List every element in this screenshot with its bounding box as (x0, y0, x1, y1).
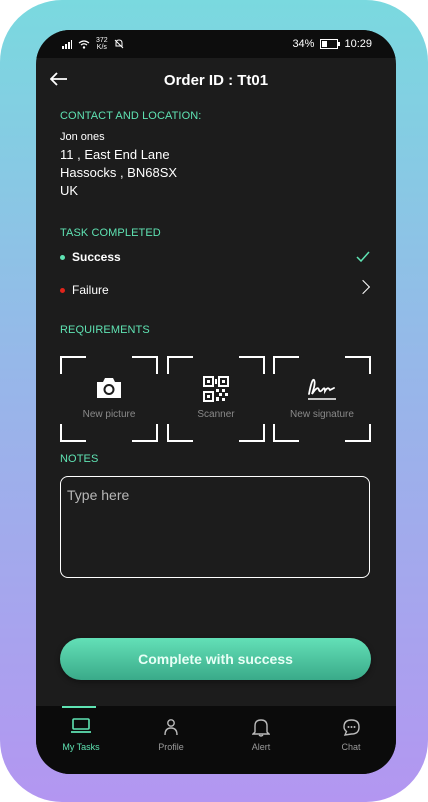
header: Order ID : Tt01 (36, 66, 396, 94)
requirement-label: New picture (82, 409, 136, 420)
page-title: Order ID : Tt01 (163, 72, 269, 89)
signal-icon (62, 39, 72, 49)
notes-section-label: NOTES (60, 453, 99, 465)
signature-icon (308, 378, 336, 400)
task-option-failure[interactable]: Failure (60, 279, 372, 302)
chat-bubble-icon (342, 719, 360, 736)
mute-bell-icon (114, 39, 124, 49)
tab-profile[interactable]: Profile (126, 706, 216, 774)
tab-label: Chat (341, 742, 361, 752)
check-icon (356, 251, 370, 263)
battery-percent: 34% (292, 38, 315, 50)
person-icon (164, 719, 178, 736)
camera-icon (97, 378, 121, 398)
complete-with-success-button[interactable]: Complete with success (60, 638, 371, 680)
phone-screen: 372 K/s 34% 10:29 Order ID : Tt01 CONTAC… (36, 30, 396, 774)
task-option-label: Failure (72, 283, 109, 297)
requirement-label: New signature (290, 409, 354, 420)
notes-textarea[interactable] (60, 476, 370, 578)
requirements-section-label: REQUIREMENTS (60, 324, 150, 336)
address-country: UK (60, 183, 79, 198)
tab-label: Profile (158, 742, 184, 752)
contact-name: Jon ones (60, 131, 105, 143)
success-dot-icon (60, 255, 65, 260)
address-line-1: 11 , East End Lane (60, 147, 170, 162)
tab-label: My Tasks (62, 742, 100, 752)
failure-dot-icon (60, 288, 65, 293)
new-picture-button[interactable]: New picture (60, 356, 158, 442)
new-signature-button[interactable]: New signature (273, 356, 371, 442)
tab-label: Alert (251, 742, 271, 752)
chevron-right-icon (355, 279, 371, 295)
status-bar: 372 K/s 34% 10:29 (36, 30, 396, 58)
bell-icon (252, 719, 270, 737)
task-section-label: TASK COMPLETED (60, 227, 161, 239)
wifi-icon (78, 39, 90, 49)
qr-code-icon (203, 376, 229, 402)
address-line-2: Hassocks , BN68SX (60, 165, 178, 180)
tab-my-tasks[interactable]: My Tasks (36, 706, 126, 774)
contact-address: Jon ones 11 , East End Lane Hassocks , B… (60, 128, 177, 200)
laptop-icon (71, 718, 91, 733)
network-speed: 372 K/s (96, 37, 108, 51)
bottom-tab-bar: My Tasks Profile Alert Chat (36, 706, 396, 774)
contact-section-label: CONTACT AND LOCATION: (60, 110, 202, 122)
clock: 10:29 (344, 38, 372, 50)
tab-alert[interactable]: Alert (216, 706, 306, 774)
task-option-label: Success (72, 250, 121, 264)
battery-icon (320, 39, 341, 49)
tab-chat[interactable]: Chat (306, 706, 396, 774)
requirement-label: Scanner (197, 409, 235, 420)
task-option-success[interactable]: Success (60, 249, 372, 269)
scanner-button[interactable]: Scanner (167, 356, 265, 442)
